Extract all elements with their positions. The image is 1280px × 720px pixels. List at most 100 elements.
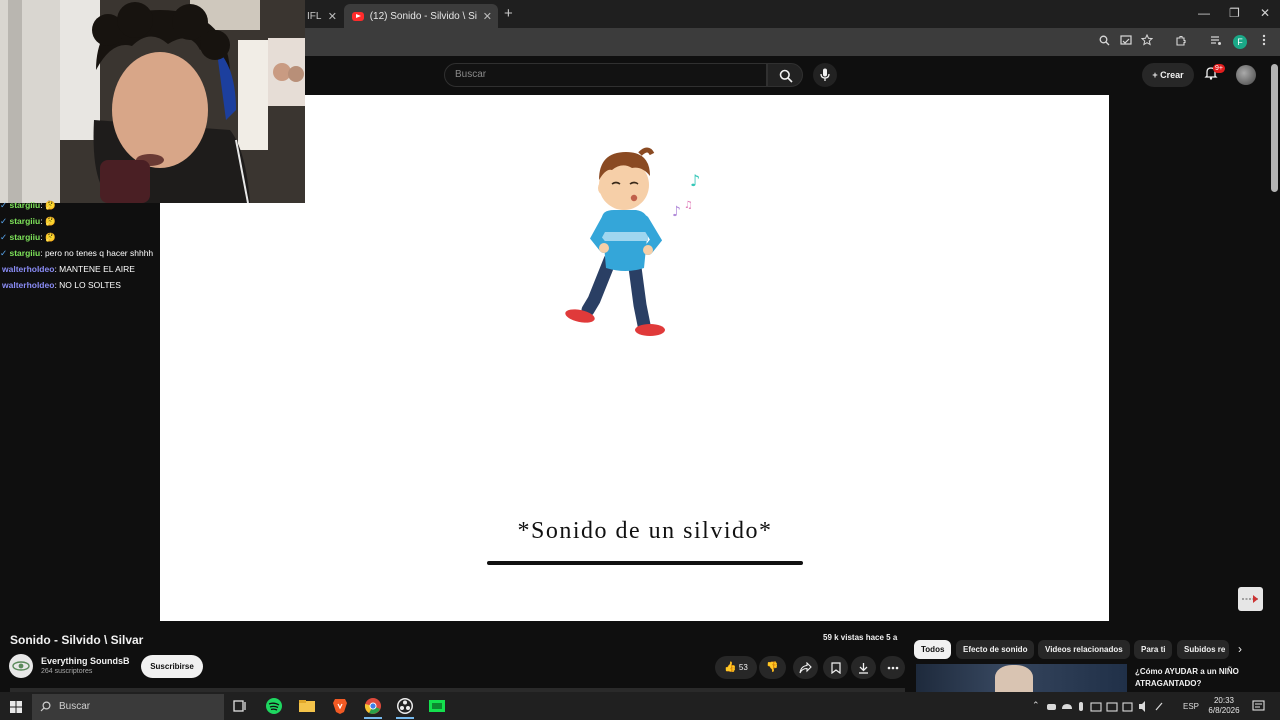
chrome-active-indicator [364, 717, 382, 719]
browser-menu-icon[interactable] [1262, 34, 1266, 49]
like-count: 53 [738, 663, 748, 672]
tab-youtube-label: (12) Sonido - Silvido \ Silvar - Y [369, 10, 477, 22]
close-tab-icon[interactable]: ✕ [322, 10, 343, 23]
video-caption: *Sonido de un silvido* [517, 518, 773, 544]
taskbar-clock[interactable]: 20:33 6/8/2026 [1206, 696, 1242, 716]
new-tab-button[interactable]: + [504, 5, 513, 22]
extensions-icon[interactable] [1175, 35, 1186, 49]
zoom-icon[interactable] [1099, 35, 1110, 49]
chat-text: NO LO SOLTES [59, 280, 121, 290]
channel-logo-icon [12, 661, 30, 671]
account-avatar[interactable] [1236, 65, 1256, 85]
chat-text: pero no tenes q hacer shhhh [44, 248, 154, 258]
spotify-icon[interactable] [265, 697, 283, 715]
close-tab-icon[interactable]: ✕ [477, 10, 498, 23]
search-button[interactable] [767, 63, 803, 87]
save-button[interactable] [823, 656, 848, 679]
clock-date: 6/8/2026 [1208, 706, 1240, 715]
webcam-overlay [0, 0, 305, 203]
chat-text: 🤔 [44, 200, 56, 210]
download-icon [859, 663, 868, 674]
profile-avatar[interactable]: F [1233, 35, 1247, 49]
chat-message: walterholdeo: NO LO SOLTES [0, 277, 160, 293]
chat-overlay: ✓ stargiiu: 🤔 ✓ stargiiu: 🤔 ✓ stargiiu: … [0, 197, 160, 293]
more-horizontal-icon [887, 666, 898, 670]
arrow-right-icon [1242, 595, 1258, 603]
notifications-badge: 9+ [1213, 64, 1225, 73]
more-actions-button[interactable] [880, 656, 905, 679]
search-input[interactable]: Buscar [444, 63, 767, 87]
like-button[interactable]: 👍 53 [715, 656, 757, 679]
chip-todos[interactable]: Todos [914, 640, 952, 659]
thumbs-up-icon: 👍 [724, 662, 737, 673]
next-arrow-button[interactable] [1238, 587, 1263, 611]
chat-text: 🤔 [44, 216, 56, 226]
chip-para-ti[interactable]: Para ti [1134, 640, 1173, 659]
chat-username: stargiiu [9, 200, 41, 210]
chat-badge-icon: ✓ [0, 232, 8, 242]
share-icon [799, 661, 812, 674]
bookmark-icon [830, 662, 841, 675]
streaming-app-icon[interactable] [428, 697, 446, 715]
chip-efecto-de-sonido[interactable]: Efecto de sonido [956, 640, 1035, 659]
chevron-right-icon[interactable]: › [1238, 642, 1242, 656]
tab-previous-label: IFL [307, 10, 322, 22]
screen: IFL ✕ (12) Sonido - Silvido \ Silvar - Y… [0, 0, 1280, 720]
chat-message: ✓ stargiiu: 🤔 [0, 197, 160, 213]
download-button[interactable] [851, 656, 876, 679]
chat-username: stargiiu [9, 248, 41, 258]
tray-app-icons[interactable] [1046, 701, 1166, 713]
share-button[interactable] [793, 656, 818, 679]
recommendation-title[interactable]: ¿Cómo AYUDAR a un NIÑO ATRAGANTADO? [1135, 666, 1265, 690]
create-button[interactable]: + Crear [1142, 63, 1194, 87]
minimize-button[interactable]: — [1198, 6, 1210, 20]
chat-username: walterholdeo [2, 280, 55, 290]
streamer-camera-image [0, 0, 305, 203]
restore-button[interactable]: ❐ [1229, 6, 1240, 20]
svg-text:♪: ♪ [672, 204, 681, 220]
subscribe-button[interactable]: Suscribirse [141, 655, 203, 678]
svg-text:♪: ♪ [690, 171, 700, 190]
channel-avatar[interactable] [9, 654, 33, 678]
bookmark-star-icon[interactable] [1140, 33, 1154, 49]
chat-message: walterholdeo: MANTENE EL AIRE [0, 261, 160, 277]
chip-videos-relacionados[interactable]: Videos relacionados [1038, 640, 1130, 659]
brave-browser-icon[interactable] [331, 697, 349, 715]
search-icon [779, 69, 793, 83]
close-window-button[interactable]: ✕ [1260, 6, 1270, 20]
chat-badge-icon: ✓ [0, 200, 8, 210]
media-control-icon[interactable] [1210, 35, 1222, 49]
obs-studio-icon[interactable] [396, 697, 414, 715]
svg-text:♫: ♫ [684, 200, 693, 211]
cast-icon[interactable] [1120, 35, 1132, 49]
thumbnail-person-image [995, 665, 1033, 692]
view-count: 59 k vistas hace 5 a [823, 633, 898, 642]
chat-username: walterholdeo [2, 264, 55, 274]
voice-search-button[interactable] [813, 63, 837, 87]
chat-message: ✓ stargiiu: pero no tenes q hacer shhhh [0, 245, 160, 261]
chip-subidos[interactable]: Subidos re [1177, 640, 1229, 659]
language-indicator[interactable]: ESP [1183, 702, 1199, 711]
youtube-favicon-icon [352, 11, 364, 21]
notification-center-icon[interactable] [1252, 700, 1266, 712]
microphone-icon [820, 68, 830, 81]
taskbar-search-input[interactable]: Buscar [32, 694, 224, 720]
channel-subscribers: 264 suscriptores [41, 668, 93, 675]
tab-youtube[interactable]: (12) Sonido - Silvido \ Silvar - Y ✕ [344, 4, 498, 28]
channel-name[interactable]: Everything SoundsB [41, 656, 130, 666]
file-explorer-icon[interactable] [298, 697, 316, 715]
tray-chevron-up-icon[interactable]: ⌃ [1032, 700, 1040, 711]
chat-badge-icon: ✓ [0, 216, 8, 226]
task-view-icon[interactable] [231, 697, 249, 715]
chrome-icon[interactable] [364, 697, 382, 715]
chat-text: 🤔 [44, 232, 56, 242]
windows-start-icon[interactable] [10, 701, 22, 713]
chat-message: ✓ stargiiu: 🤔 [0, 213, 160, 229]
chat-username: stargiiu [9, 232, 41, 242]
page-scrollbar[interactable] [1271, 64, 1278, 192]
whistling-boy-illustration: ♪ ♪ ♫ [565, 147, 700, 336]
chat-badge-icon: ✓ [0, 248, 8, 258]
dislike-button[interactable]: 👎 [759, 656, 786, 679]
chat-message: ✓ stargiiu: 🤔 [0, 229, 160, 245]
tab-previous[interactable]: IFL ✕ [305, 4, 343, 28]
